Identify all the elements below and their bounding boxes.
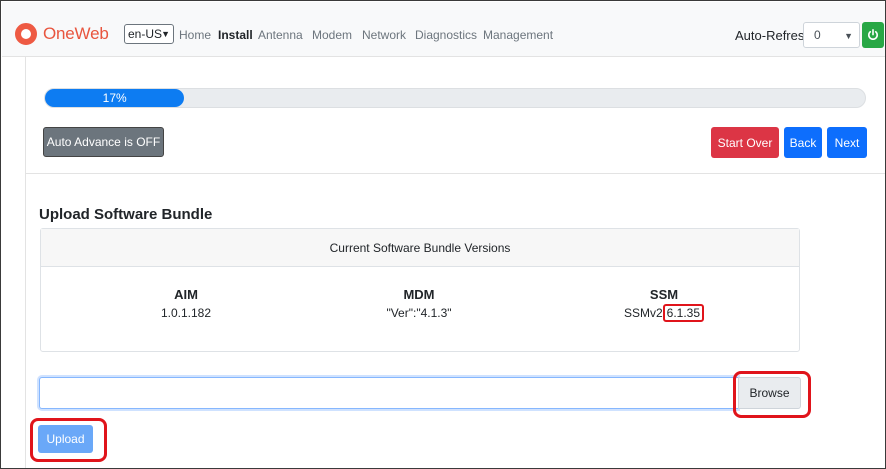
power-icon	[868, 29, 878, 40]
versions-card: Current Software Bundle Versions AIM 1.0…	[40, 228, 800, 352]
file-path-input[interactable]	[39, 377, 738, 409]
nav-link-install[interactable]: Install	[218, 28, 253, 42]
versions-card-header: Current Software Bundle Versions	[41, 229, 799, 267]
progress-bar: 17%	[45, 89, 185, 107]
brand[interactable]: OneWeb	[15, 22, 109, 46]
auto-refresh-label: Auto-Refresh	[735, 28, 812, 43]
version-ssm: SSM SSMv2 6.1.35	[554, 287, 774, 322]
auto-advance-button[interactable]: Auto Advance is OFF	[43, 127, 164, 157]
content-border	[25, 57, 26, 468]
version-value: 1.0.1.182	[160, 306, 212, 320]
nav-link-network[interactable]: Network	[362, 28, 406, 42]
divider	[26, 173, 885, 174]
version-aim: AIM 1.0.1.182	[76, 287, 296, 320]
start-over-button[interactable]: Start Over	[711, 127, 779, 158]
auto-refresh-select[interactable]: 0 ▼	[803, 22, 860, 48]
annotation-highlight	[733, 371, 811, 418]
nav-link-diagnostics[interactable]: Diagnostics	[415, 28, 477, 42]
navbar: OneWeb en-US ▼ Home Install Antenna Mode…	[2, 2, 885, 57]
nav-link-antenna[interactable]: Antenna	[258, 28, 303, 42]
version-value: SSMv2 6.1.35	[554, 304, 774, 322]
version-prefix: SSMv2	[623, 306, 663, 320]
version-name: SSM	[649, 287, 679, 302]
power-button[interactable]	[862, 22, 884, 48]
app-frame: OneWeb en-US ▼ Home Install Antenna Mode…	[0, 0, 886, 469]
back-button[interactable]: Back	[784, 127, 822, 158]
version-name: AIM	[174, 287, 198, 302]
chevron-down-icon: ▼	[161, 29, 170, 39]
nav-link-modem[interactable]: Modem	[312, 28, 352, 42]
oneweb-logo-icon	[15, 23, 37, 45]
version-name: MDM	[403, 287, 435, 302]
nav-link-management[interactable]: Management	[483, 28, 553, 42]
auto-refresh-value: 0	[814, 28, 821, 42]
language-value: en-US	[128, 27, 163, 41]
chevron-down-icon: ▼	[844, 31, 853, 41]
version-highlight: 6.1.35	[662, 304, 705, 322]
annotation-highlight	[30, 418, 107, 462]
install-progress: 17%	[44, 88, 866, 108]
version-mdm: MDM "Ver":"4.1.3"	[309, 287, 529, 320]
language-select[interactable]: en-US ▼	[124, 24, 174, 44]
version-value: "Ver":"4.1.3"	[386, 306, 452, 320]
next-button[interactable]: Next	[827, 127, 867, 158]
brand-name: OneWeb	[43, 24, 109, 43]
section-title: Upload Software Bundle	[39, 206, 213, 223]
nav-link-home[interactable]: Home	[179, 28, 211, 42]
